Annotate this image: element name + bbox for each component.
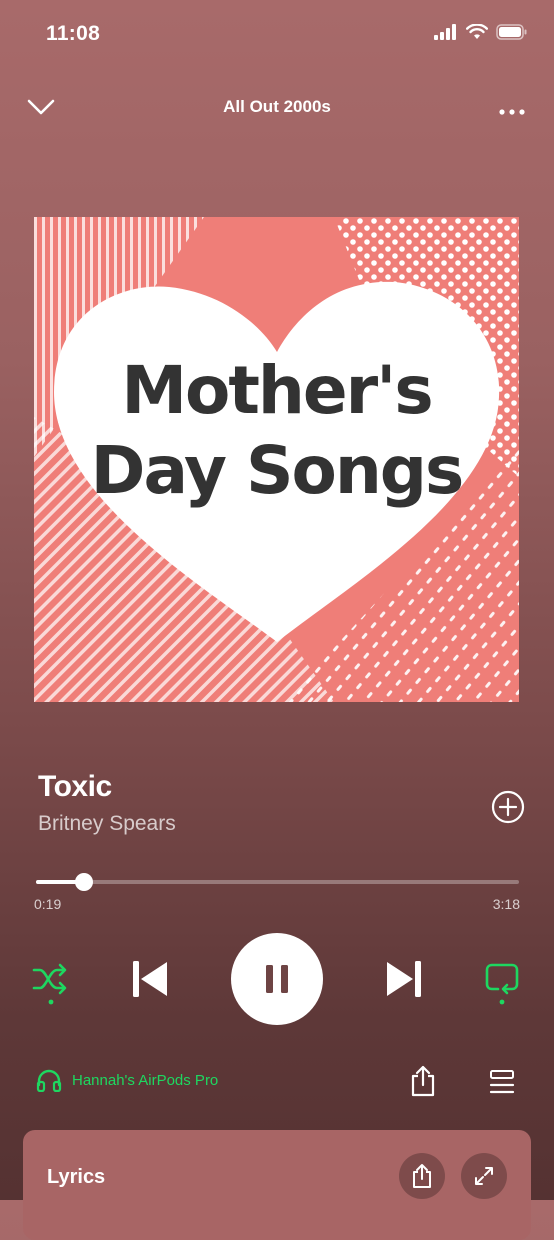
cellular-signal-icon bbox=[434, 24, 456, 40]
more-options-icon[interactable] bbox=[498, 103, 526, 121]
artwork-title-line1: Mother's bbox=[121, 352, 433, 429]
next-track-button[interactable] bbox=[384, 958, 424, 1000]
lyrics-expand-button[interactable] bbox=[461, 1153, 507, 1199]
battery-icon bbox=[496, 24, 527, 40]
pause-button[interactable] bbox=[231, 933, 323, 1025]
repeat-button[interactable] bbox=[482, 958, 522, 1006]
share-icon bbox=[411, 1065, 435, 1097]
share-icon bbox=[413, 1164, 431, 1188]
lyrics-share-button[interactable] bbox=[399, 1153, 445, 1199]
album-artwork: Mother's Day Songs bbox=[34, 217, 519, 702]
status-icons bbox=[434, 24, 528, 40]
lyrics-card[interactable]: Lyrics bbox=[23, 1130, 531, 1240]
track-title[interactable]: Toxic bbox=[38, 770, 112, 804]
add-to-library-button[interactable] bbox=[491, 790, 525, 824]
queue-button[interactable] bbox=[487, 1068, 517, 1096]
playlist-title: All Out 2000s bbox=[223, 97, 331, 116]
repeat-icon bbox=[485, 963, 519, 1005]
elapsed-time: 0:19 bbox=[34, 896, 62, 912]
track-artist[interactable]: Britney Spears bbox=[38, 812, 176, 836]
progress-bar[interactable] bbox=[36, 873, 519, 891]
skip-next-icon bbox=[387, 961, 421, 997]
artwork-title-line2: Day Songs bbox=[90, 432, 465, 509]
plus-circle-icon bbox=[491, 790, 525, 824]
queue-icon bbox=[489, 1070, 515, 1094]
expand-icon bbox=[475, 1167, 493, 1185]
device-name: Hannah's AirPods Pro bbox=[72, 1071, 219, 1089]
previous-track-button[interactable] bbox=[130, 958, 170, 1000]
wifi-icon bbox=[466, 24, 488, 39]
shuffle-icon bbox=[32, 963, 67, 1005]
status-time: 11:08 bbox=[46, 22, 101, 45]
skip-previous-icon bbox=[133, 961, 167, 997]
connected-device[interactable]: Hannah's AirPods Pro bbox=[36, 1068, 218, 1092]
headphones-icon bbox=[36, 1069, 62, 1092]
share-button[interactable] bbox=[408, 1064, 438, 1098]
total-duration: 3:18 bbox=[492, 896, 520, 912]
progress-handle[interactable] bbox=[75, 873, 94, 891]
pause-icon bbox=[266, 965, 288, 993]
lyrics-label: Lyrics bbox=[47, 1166, 106, 1188]
shuffle-button[interactable] bbox=[30, 958, 72, 1006]
